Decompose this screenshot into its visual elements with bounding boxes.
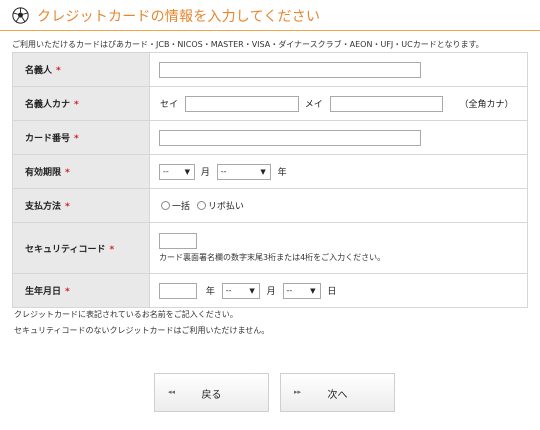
birth-year-unit: 年 [205,287,215,297]
birth-date-label: 生年月日 * [12,273,150,308]
sei-label: セイ [160,100,179,110]
dropdown-arrow-icon: ▼ [310,286,316,295]
security-code-input[interactable] [159,233,197,249]
holder-kana-row: 名義人カナ * セイ メイ （全角カナ） [12,86,528,121]
payment-revolving-radio[interactable] [196,201,206,210]
security-code-hint: カード裏面署名欄の数字末尾3桁または4桁をご入力ください。 [159,253,386,262]
security-code-label: セキュリティコード * [12,222,150,274]
accepted-cards-notice: ご利用いただけるカードはぴあカード・JCB・NICOS・MASTER・VISA・… [12,40,484,49]
holder-label: 名義人 * [12,52,150,87]
required-mark: * [74,134,79,144]
birth-month-select[interactable]: -- ▼ [221,282,260,299]
credit-card-form: 名義人 * 名義人カナ * セイ メイ （全角カナ） カード番号 * 有効期限 * --… [12,52,528,308]
expiry-label: 有効期限 * [12,154,150,189]
payment-label: 支払方法 * [12,188,150,223]
payment-lump-label: 一括 [172,202,191,212]
holder-kana-label: 名義人カナ * [12,86,150,121]
dropdown-arrow-icon: ▼ [184,167,190,176]
card-number-row: カード番号 * [12,120,528,155]
payment-revolving-label: リボ払い [207,202,244,212]
year-unit: 年 [277,168,287,178]
expiry-month-select[interactable]: -- ▼ [159,163,195,180]
required-mark: * [65,168,70,178]
security-code-row: セキュリティコード * カード裏面署名欄の数字末尾3桁または4桁をご入力ください。 [12,222,528,274]
dropdown-arrow-icon: ▼ [260,167,266,176]
required-mark: * [74,100,79,110]
kana-note: （全角カナ） [459,100,514,110]
next-button[interactable]: ▸▸ 次へ [280,373,395,412]
required-mark: * [65,287,70,297]
holder-row: 名義人 * [12,52,528,87]
expiry-row: 有効期限 * -- ▼ 月 -- ▼ 年 [12,154,528,189]
expiry-year-select[interactable]: -- ▼ [216,163,271,180]
page-header: クレジットカードの情報を入力してください [0,0,540,31]
month-unit: 月 [200,168,210,178]
payment-row: 支払方法 * 一括 リボ払い [12,188,528,223]
birth-day-select[interactable]: -- ▼ [282,282,321,299]
holder-name-note: クレジットカードに表記されているお名前をご記入ください。 [14,310,238,319]
birth-day-unit: 日 [327,287,337,297]
required-mark: * [56,66,61,76]
required-mark: * [65,202,70,212]
card-number-input[interactable] [159,129,421,146]
soccer-ball-icon [12,7,29,24]
required-mark: * [109,244,115,255]
back-button[interactable]: ◂◂ 戻る [154,373,269,412]
payment-lump-radio[interactable] [161,201,170,210]
page-title: クレジットカードの情報を入力してください [37,9,321,25]
card-number-label: カード番号 * [12,120,150,155]
dropdown-arrow-icon: ▼ [249,286,255,295]
security-code-note: セキュリティコードのないクレジットカードはご利用いただけません。 [14,326,270,335]
birth-date-row: 生年月日 * 年 -- ▼ 月 -- ▼ 日 [12,273,528,308]
mei-label: メイ [304,100,323,110]
birth-month-unit: 月 [266,287,276,297]
birth-year-input[interactable] [159,282,197,299]
sei-input[interactable] [184,95,299,112]
holder-name-input[interactable] [159,61,421,78]
mei-input[interactable] [329,95,443,112]
